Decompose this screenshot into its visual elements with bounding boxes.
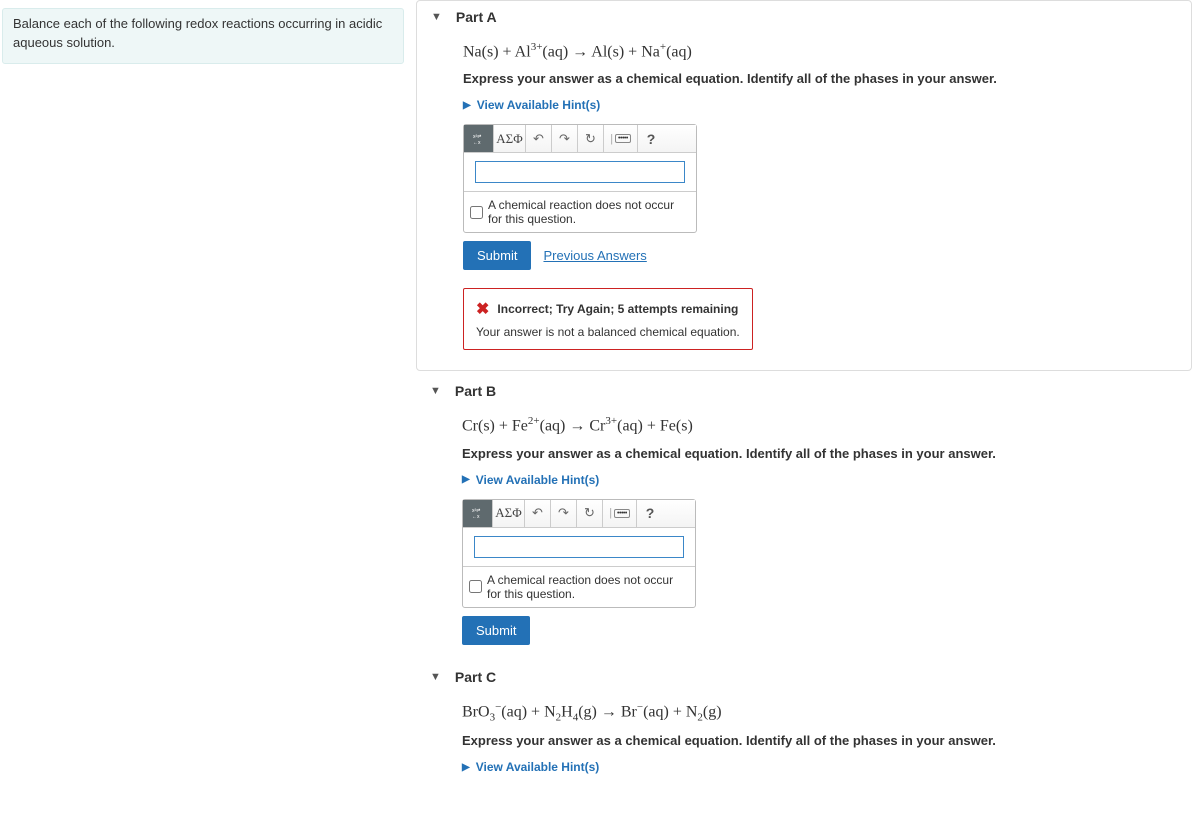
- part-b-equation: Cr(s) + Fe2+(aq) → Cr3+(aq) + Fe(s): [462, 415, 1162, 435]
- chevron-down-icon: ▼: [430, 671, 441, 683]
- no-reaction-row[interactable]: A chemical reaction does not occur for t…: [464, 191, 696, 232]
- answer-input[interactable]: [474, 536, 684, 558]
- part-a-equation: Na(s) + Al3+(aq) → Al(s) + Na+(aq): [463, 41, 1161, 61]
- answer-box-b: x²⇌←x ΑΣΦ ↶ ↷ ↻ |••••• ? A chemical reac…: [462, 499, 696, 608]
- view-hints-link[interactable]: ▶ View Available Hint(s): [462, 760, 1162, 774]
- equation-editor-button[interactable]: x²⇌←x: [464, 125, 494, 152]
- intro-box: Balance each of the following redox reac…: [2, 8, 404, 64]
- part-a-title: Part A: [456, 9, 497, 25]
- hints-label: View Available Hint(s): [477, 98, 601, 112]
- keyboard-button[interactable]: |•••••: [604, 125, 638, 152]
- part-b-header[interactable]: ▼ Part B: [416, 375, 1192, 407]
- feedback-title: Incorrect; Try Again; 5 attempts remaini…: [497, 302, 738, 316]
- no-reaction-checkbox[interactable]: [469, 580, 482, 593]
- hints-label: View Available Hint(s): [476, 760, 600, 774]
- view-hints-link[interactable]: ▶ View Available Hint(s): [463, 98, 1161, 112]
- answer-box-a: x²⇌←x ΑΣΦ ↶ ↷ ↻ |••••• ? A chemical reac…: [463, 124, 697, 233]
- reset-button[interactable]: ↻: [578, 125, 604, 152]
- greek-symbols-button[interactable]: ΑΣΦ: [494, 125, 526, 152]
- submit-button[interactable]: Submit: [463, 241, 531, 270]
- triangle-right-icon: ▶: [462, 474, 470, 485]
- feedback-box: ✖ Incorrect; Try Again; 5 attempts remai…: [463, 288, 753, 350]
- chevron-down-icon: ▼: [431, 11, 442, 23]
- keyboard-button[interactable]: |•••••: [603, 500, 637, 527]
- no-reaction-row[interactable]: A chemical reaction does not occur for t…: [463, 566, 695, 607]
- answer-input[interactable]: [475, 161, 685, 183]
- no-reaction-label: A chemical reaction does not occur for t…: [488, 198, 690, 226]
- part-b-title: Part B: [455, 383, 496, 399]
- part-c-equation: BrO3−(aq) + N2H4(g) → Br−(aq) + N2(g): [462, 701, 1162, 724]
- redo-button[interactable]: ↷: [552, 125, 578, 152]
- svg-text:←x: ←x: [472, 514, 480, 519]
- help-button[interactable]: ?: [637, 500, 663, 527]
- part-c-title: Part C: [455, 669, 496, 685]
- previous-answers-link[interactable]: Previous Answers: [543, 248, 646, 263]
- intro-text: Balance each of the following redox reac…: [13, 16, 382, 50]
- submit-button[interactable]: Submit: [462, 616, 530, 645]
- incorrect-icon: ✖: [476, 299, 489, 319]
- toolbar: x²⇌←x ΑΣΦ ↶ ↷ ↻ |••••• ?: [464, 125, 696, 153]
- greek-symbols-button[interactable]: ΑΣΦ: [493, 500, 525, 527]
- no-reaction-label: A chemical reaction does not occur for t…: [487, 573, 689, 601]
- toolbar: x²⇌←x ΑΣΦ ↶ ↷ ↻ |••••• ?: [463, 500, 695, 528]
- part-c-instruction: Express your answer as a chemical equati…: [462, 733, 1162, 748]
- undo-button[interactable]: ↶: [525, 500, 551, 527]
- chevron-down-icon: ▼: [430, 385, 441, 397]
- feedback-body: Your answer is not a balanced chemical e…: [476, 325, 740, 339]
- part-b-instruction: Express your answer as a chemical equati…: [462, 446, 1162, 461]
- triangle-right-icon: ▶: [463, 100, 471, 111]
- triangle-right-icon: ▶: [462, 762, 470, 773]
- help-button[interactable]: ?: [638, 125, 664, 152]
- part-a-header[interactable]: ▼ Part A: [417, 1, 1191, 33]
- hints-label: View Available Hint(s): [476, 473, 600, 487]
- reset-button[interactable]: ↻: [577, 500, 603, 527]
- view-hints-link[interactable]: ▶ View Available Hint(s): [462, 473, 1162, 487]
- redo-button[interactable]: ↷: [551, 500, 577, 527]
- no-reaction-checkbox[interactable]: [470, 206, 483, 219]
- svg-text:←x: ←x: [473, 140, 481, 145]
- undo-button[interactable]: ↶: [526, 125, 552, 152]
- part-c-header[interactable]: ▼ Part C: [416, 661, 1192, 693]
- equation-editor-button[interactable]: x²⇌←x: [463, 500, 493, 527]
- part-a-instruction: Express your answer as a chemical equati…: [463, 71, 1161, 86]
